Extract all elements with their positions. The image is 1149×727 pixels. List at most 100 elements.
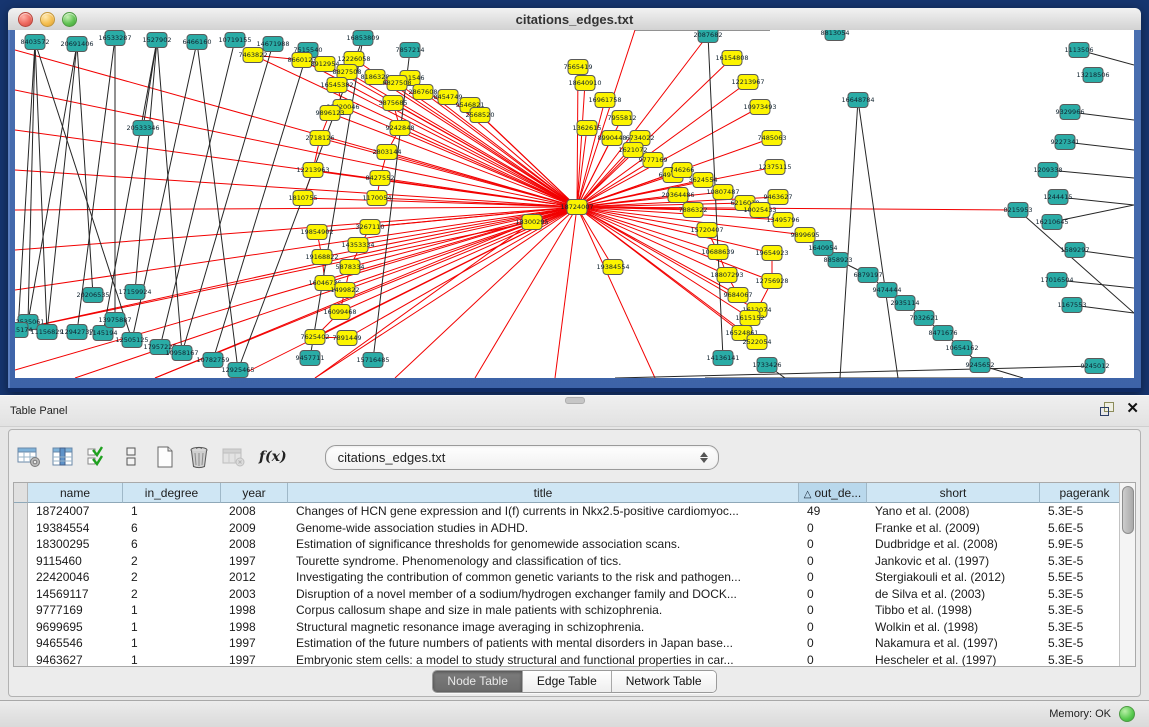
network-node[interactable]: 20364486	[661, 188, 694, 203]
network-node[interactable]: 9245652	[966, 358, 995, 373]
select-columns-icon[interactable]	[81, 442, 113, 472]
window-titlebar[interactable]: citations_edges.txt	[8, 8, 1141, 31]
network-node[interactable]: 8471676	[929, 326, 958, 341]
table-cell[interactable]: 1	[123, 635, 221, 652]
table-cell[interactable]: 5.3E-5	[1040, 652, 1130, 668]
table-cell[interactable]: 2009	[221, 520, 288, 537]
network-node[interactable]: 3267110	[356, 220, 385, 235]
table-cell[interactable]: 5.6E-5	[1040, 520, 1130, 537]
delete-trash-icon[interactable]	[183, 442, 215, 472]
column-header-pagerank[interactable]: pagerank	[1040, 483, 1130, 503]
table-cell[interactable]: 2008	[221, 536, 288, 553]
network-node[interactable]: 16853809	[346, 31, 379, 46]
column-header-year[interactable]: year	[221, 483, 288, 503]
network-node[interactable]: 9227341	[1051, 135, 1080, 150]
table-cell[interactable]: Tibbo et al. (1998)	[867, 602, 1040, 619]
network-node[interactable]: 7955812	[608, 111, 637, 126]
network-node[interactable]: 14136141	[706, 351, 739, 366]
table-row[interactable]: 1830029562008Estimation of significance …	[14, 536, 1120, 553]
table-cell[interactable]: 9699695	[28, 619, 123, 636]
network-node[interactable]: 2803144	[373, 145, 402, 160]
table-cell[interactable]: de Silva et al. (2003)	[867, 586, 1040, 603]
tab-node-table[interactable]: Node Table	[433, 671, 522, 692]
float-panel-icon[interactable]	[1100, 402, 1114, 416]
network-node[interactable]: 12213967	[731, 75, 764, 90]
network-node[interactable]: 9899695	[791, 228, 820, 243]
network-node[interactable]: 14353334	[341, 238, 374, 253]
network-node[interactable]: 3875685	[379, 96, 408, 111]
network-node[interactable]: 1810755	[289, 191, 318, 206]
network-node[interactable]: 3624554	[689, 173, 718, 188]
network-node[interactable]: 9329966	[1056, 105, 1085, 120]
column-header-title[interactable]: title	[288, 483, 799, 503]
network-node[interactable]: 7032621	[910, 311, 939, 326]
table-row[interactable]: 1456911722003Disruption of a novel membe…	[14, 586, 1120, 603]
table-cell[interactable]: Hescheler et al. (1997)	[867, 652, 1040, 668]
table-cell[interactable]: 0	[799, 536, 867, 553]
table-cell[interactable]: 0	[799, 619, 867, 636]
table-cell[interactable]: Tourette syndrome. Phenomenology and cla…	[288, 553, 799, 570]
table-cell[interactable]: Franke et al. (2009)	[867, 520, 1040, 537]
network-node[interactable]: 20533346	[126, 121, 159, 136]
network-node[interactable]: 10719155	[218, 33, 251, 48]
network-node[interactable]: 17016504	[1040, 273, 1073, 288]
table-cell[interactable]: 1997	[221, 652, 288, 668]
network-node[interactable]: 1167553	[1058, 298, 1087, 313]
network-node[interactable]: 19384554	[596, 260, 629, 275]
network-node[interactable]: 10654162	[945, 341, 978, 356]
network-node[interactable]: 9242848	[386, 121, 415, 136]
network-node[interactable]: 10973493	[743, 100, 776, 115]
table-cell[interactable]: 19384554	[28, 520, 123, 537]
network-node[interactable]: 10688639	[701, 245, 734, 260]
table-cell[interactable]: 2	[123, 586, 221, 603]
network-node[interactable]: 8215953	[1004, 203, 1033, 218]
column-header-name[interactable]: name	[28, 483, 123, 503]
network-node[interactable]: 18640910	[568, 76, 601, 91]
network-node[interactable]: 13495796	[766, 213, 799, 228]
table-cell[interactable]: 1	[123, 503, 221, 520]
network-node[interactable]: 2935114	[891, 296, 920, 311]
network-node[interactable]: 6879197	[854, 268, 883, 283]
network-table-select[interactable]: citations_edges.txt	[325, 445, 719, 470]
table-cell[interactable]: 0	[799, 602, 867, 619]
network-node[interactable]: 17159924	[118, 285, 151, 300]
close-window-button[interactable]	[18, 12, 33, 27]
table-cell[interactable]: 6	[123, 520, 221, 537]
network-node[interactable]: 12756928	[755, 274, 788, 289]
network-node[interactable]: 12925465	[221, 363, 254, 378]
network-node[interactable]: 16154808	[715, 51, 748, 66]
tab-network-table[interactable]: Network Table	[611, 671, 716, 692]
table-cell[interactable]: 18724007	[28, 503, 123, 520]
table-cell[interactable]: Dudbridge et al. (2008)	[867, 536, 1040, 553]
table-cell[interactable]: Disruption of a novel member of a sodium…	[288, 586, 799, 603]
table-cell[interactable]: 0	[799, 553, 867, 570]
table-cell[interactable]: 2	[123, 569, 221, 586]
table-row[interactable]: 2242004622012Investigating the contribut…	[14, 569, 1120, 586]
table-cell[interactable]: 1997	[221, 553, 288, 570]
network-node[interactable]: 7891449	[333, 331, 362, 346]
network-node[interactable]: 8990448	[598, 131, 627, 146]
network-node[interactable]: 16533287	[98, 31, 131, 46]
network-node[interactable]: 19654923	[755, 246, 788, 261]
table-row[interactable]: 1938455462009Genome-wide association stu…	[14, 520, 1120, 537]
scrollbar-thumb[interactable]	[1122, 486, 1134, 534]
network-canvas[interactable]: 8403572206914061653328715279026466160107…	[15, 30, 1134, 378]
network-node[interactable]: 7463822	[239, 48, 268, 63]
table-cell[interactable]: 5.3E-5	[1040, 602, 1130, 619]
network-node[interactable]: 1615152	[736, 311, 765, 326]
network-node[interactable]: 1589297	[1061, 243, 1090, 258]
table-cell[interactable]: Wolkin et al. (1998)	[867, 619, 1040, 636]
table-cell[interactable]: 5.3E-5	[1040, 503, 1130, 520]
table-cell[interactable]: 9115460	[28, 553, 123, 570]
table-cell[interactable]: 5.9E-5	[1040, 536, 1130, 553]
network-node[interactable]: 1499822	[331, 283, 360, 298]
table-row[interactable]: 969969511998Structural magnetic resonanc…	[14, 619, 1120, 636]
table-cell[interactable]: 6	[123, 536, 221, 553]
table-cell[interactable]: Structural magnetic resonance image aver…	[288, 619, 799, 636]
table-cell[interactable]: 0	[799, 652, 867, 668]
network-node[interactable]: 9245012	[1081, 359, 1110, 374]
network-node[interactable]: 16210645	[1035, 215, 1068, 230]
close-panel-icon[interactable]: ✕	[1126, 402, 1139, 416]
network-node[interactable]: 2087682	[694, 30, 723, 43]
table-settings-icon[interactable]	[13, 442, 45, 472]
